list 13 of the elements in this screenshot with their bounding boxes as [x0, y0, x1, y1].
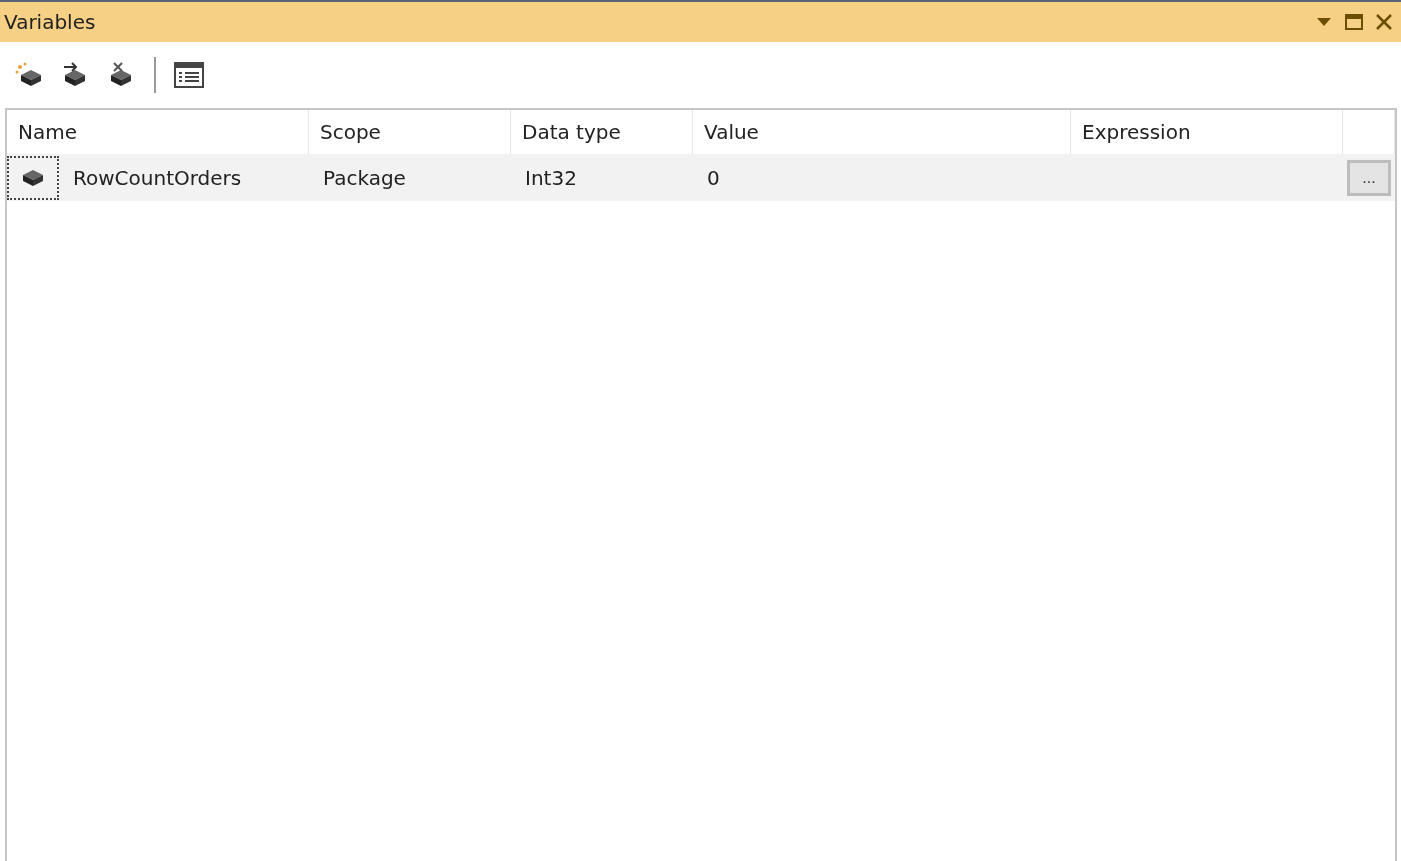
table-cell-text: Int32 [524, 164, 578, 192]
window-title: Variables [4, 10, 97, 34]
table-cell-text: 0 [706, 164, 721, 192]
maximize-button[interactable] [1343, 11, 1365, 33]
box-sparkle-icon [14, 61, 44, 89]
table-cell-text: Package [322, 164, 407, 192]
expression-builder-button[interactable]: ... [1347, 159, 1391, 196]
table-cell: RowCountOrders [73, 165, 242, 190]
close-icon [1375, 13, 1393, 31]
list-icon [174, 62, 204, 88]
caret-icon [1317, 18, 1331, 26]
maximize-icon [1345, 14, 1363, 30]
variable-row[interactable]: RowCountOrders Package Int32 0 ... [7, 154, 1395, 201]
